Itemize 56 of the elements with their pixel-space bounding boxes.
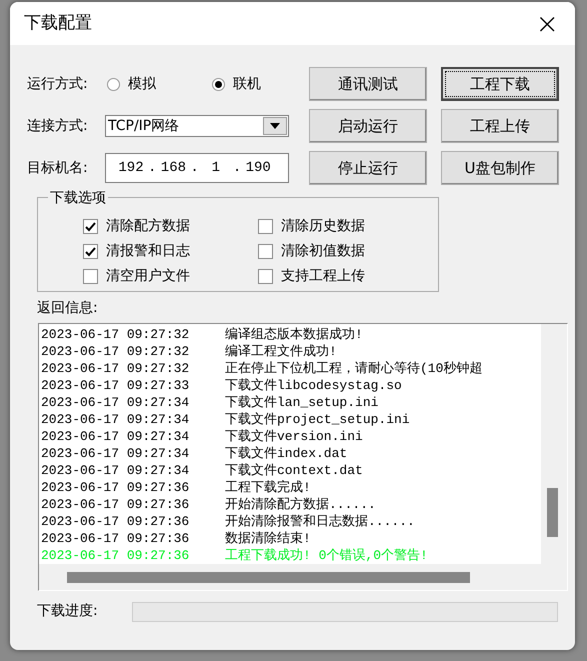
action-button[interactable]: 通讯测试 [309, 67, 427, 101]
log-message: 正在停止下位机工程，请耐心等待(10秒钟超 [225, 360, 482, 377]
log-time: 2023-06-17 09:27:32 [41, 326, 190, 343]
log-message: 下载文件project_setup.ini [225, 411, 410, 428]
log-time: 2023-06-17 09:27:33 [41, 377, 190, 394]
log-message: 数据清除结束! [225, 530, 311, 547]
action-button[interactable]: 工程上传 [441, 109, 559, 143]
progress-label: 下载进度: [37, 602, 99, 621]
horizontal-scrollbar-thumb[interactable] [67, 572, 470, 583]
connection-label: 连接方式: [27, 116, 89, 136]
log-message: 编译工程文件成功! [225, 343, 337, 360]
log-message: 编译组态版本数据成功! [225, 326, 363, 343]
log-time: 2023-06-17 09:27:36 [41, 496, 190, 513]
log-time: 2023-06-17 09:27:34 [41, 445, 190, 462]
option-checkbox[interactable]: 清除配方数据 [83, 216, 258, 237]
action-button[interactable]: 启动运行 [309, 109, 427, 143]
option-checkbox[interactable]: 清除历史数据 [258, 216, 433, 237]
log-message: 下载文件libcodesystag.so [225, 377, 402, 394]
action-button[interactable]: U盘包制作 [441, 151, 559, 185]
log-message: 下载文件index.dat [225, 445, 348, 462]
run-mode-label: 运行方式: [27, 74, 89, 94]
option-checkbox[interactable]: 清空用户文件 [83, 266, 258, 287]
log-message: 工程下载完成! [225, 479, 311, 496]
option-checkbox[interactable]: 清除初值数据 [258, 241, 433, 262]
run-mode-radio[interactable]: 模拟 [107, 74, 212, 94]
log-time: 2023-06-17 09:27:34 [41, 411, 190, 428]
action-button[interactable]: 停止运行 [309, 151, 427, 185]
close-button[interactable]: × [532, 10, 563, 38]
log-time: 2023-06-17 09:27:34 [41, 394, 190, 411]
log-time: 2023-06-17 09:27:36 [41, 479, 190, 496]
log-message: 开始清除报警和日志数据...... [225, 513, 415, 530]
window-title: 下载配置 [24, 12, 92, 35]
dropdown-arrow-icon [270, 123, 280, 129]
ip-address-field[interactable]: 192 . 168 . 1 . 190 [105, 153, 289, 183]
log-message: 下载文件context.dat [225, 462, 363, 479]
connection-dropdown[interactable]: TCP/IP网络 [105, 115, 289, 137]
check-icon [85, 246, 96, 256]
log-time: 2023-06-17 09:27:34 [41, 428, 190, 445]
option-checkbox[interactable]: 清报警和日志 [83, 241, 258, 262]
log-message: 工程下载成功! 0个错误,0个警告! [225, 547, 428, 564]
target-label: 目标机名: [27, 158, 89, 178]
return-info-label: 返回信息: [37, 299, 99, 318]
log-time: 2023-06-17 09:27:36 [41, 530, 190, 547]
action-button[interactable]: 工程下载 [441, 67, 559, 101]
log-message: 开始清除配方数据...... [225, 496, 376, 513]
run-mode-radio[interactable]: 联机 [212, 74, 292, 94]
check-icon [85, 222, 96, 232]
log-time: 2023-06-17 09:27:32 [41, 360, 190, 377]
option-checkbox[interactable]: 支持工程上传 [258, 266, 433, 287]
log-time: 2023-06-17 09:27:34 [41, 462, 190, 479]
log-time: 2023-06-17 09:27:32 [41, 343, 190, 360]
log-time: 2023-06-17 09:27:36 [41, 513, 190, 530]
log-time: 2023-06-17 09:27:36 [41, 547, 190, 564]
log-message: 下载文件lan_setup.ini [225, 394, 378, 411]
log-message: 下载文件version.ini [225, 428, 363, 445]
vertical-scrollbar-thumb[interactable] [547, 488, 558, 537]
